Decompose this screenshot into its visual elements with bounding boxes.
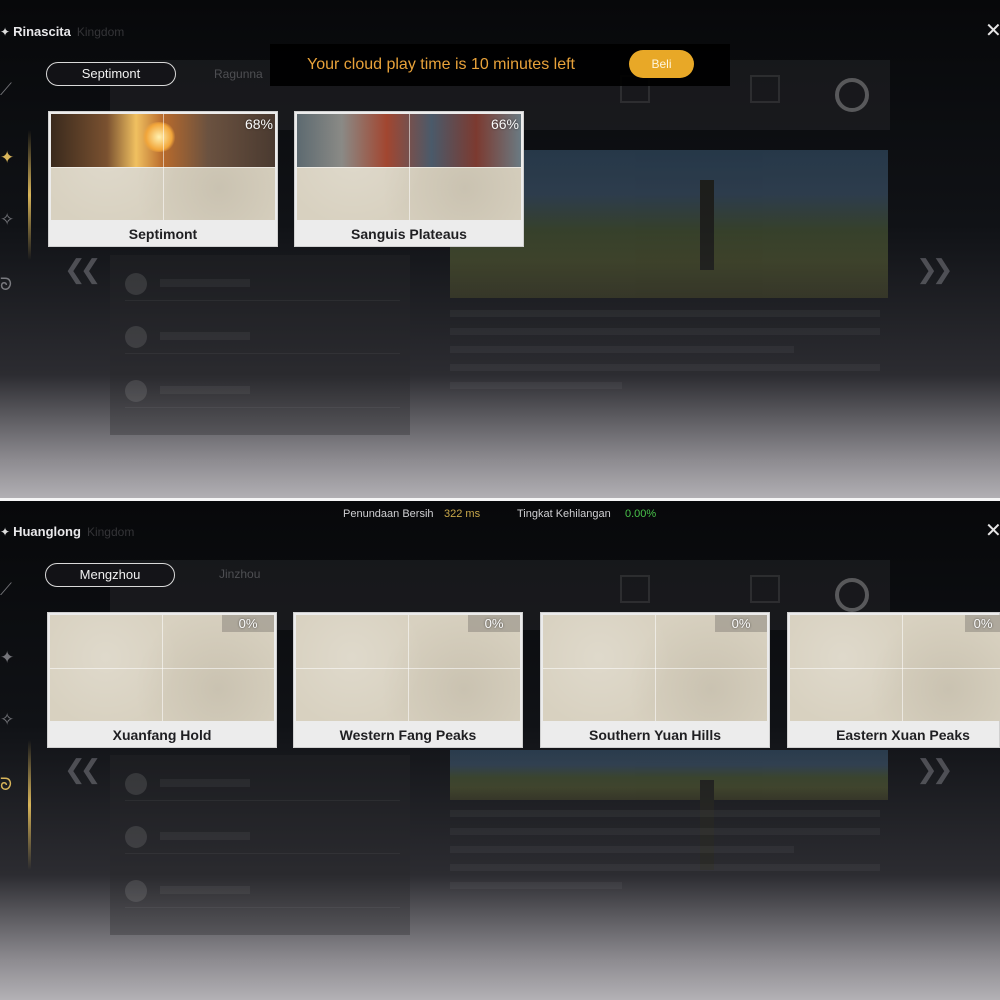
double-chevron-left-icon[interactable]: ❮❮ bbox=[64, 254, 101, 285]
packet-loss-label: Tingkat Kehilangan bbox=[517, 508, 611, 520]
map-name: Sanguis Plateaus bbox=[351, 226, 467, 242]
map-card-septimont[interactable]: 68% Septimont bbox=[48, 111, 278, 247]
background-square-icon bbox=[750, 575, 780, 603]
top-screenshot: ❮❮ ❯❯ ⟋ ✦ ✧ ᘐ ✦ Rinascita Kingdom ✕ Sept… bbox=[0, 0, 1000, 500]
map-card-southern-yuan-hills[interactable]: 0% Southern Yuan Hills bbox=[540, 612, 770, 748]
star-icon: ✦ bbox=[0, 24, 11, 39]
background-list-row bbox=[125, 265, 400, 301]
background-list-row bbox=[125, 818, 400, 854]
rail-spiral-icon[interactable]: ᘐ bbox=[0, 775, 12, 795]
map-card-eastern-xuan-peaks[interactable]: 0% Eastern Xuan Peaks bbox=[787, 612, 1000, 748]
region-subtitle: Kingdom bbox=[86, 524, 135, 539]
exploration-percent: 66% bbox=[490, 116, 519, 132]
map-card-xuanfang-hold[interactable]: 0% Xuanfang Hold bbox=[47, 612, 277, 748]
cloud-time-message: Your cloud play time is 10 minutes left bbox=[307, 56, 575, 73]
background-description bbox=[450, 810, 880, 900]
rail-compass-icon[interactable]: ✦ bbox=[0, 648, 14, 668]
map-name: Eastern Xuan Peaks bbox=[836, 727, 970, 743]
background-description bbox=[450, 310, 880, 400]
background-ring-icon bbox=[835, 78, 869, 112]
map-card-sanguis-plateaus[interactable]: 66% Sanguis Plateaus bbox=[294, 111, 524, 247]
rail-leaf-icon[interactable]: ✧ bbox=[0, 710, 14, 730]
map-name: Western Fang Peaks bbox=[339, 727, 477, 743]
rail-feather-icon[interactable]: ⟋ bbox=[0, 580, 12, 600]
region-header: ✦ Huanglong Kingdom bbox=[0, 524, 134, 539]
region-name: Rinascita bbox=[13, 24, 71, 39]
background-list-row bbox=[125, 372, 400, 408]
rail-compass-icon[interactable]: ✦ bbox=[0, 148, 14, 168]
double-chevron-right-icon[interactable]: ❯❯ bbox=[916, 754, 953, 785]
left-rail: ⟋ ✦ ✧ ᘐ bbox=[0, 70, 40, 430]
left-rail: ⟋ ✦ ✧ ᘐ bbox=[0, 570, 40, 930]
background-list-row bbox=[125, 872, 400, 908]
buy-button[interactable]: Beli bbox=[629, 50, 694, 78]
background-scene-image bbox=[450, 750, 888, 870]
map-name: Southern Yuan Hills bbox=[589, 727, 721, 743]
map-card-western-fang-peaks[interactable]: 0% Western Fang Peaks bbox=[293, 612, 523, 748]
double-chevron-left-icon[interactable]: ❮❮ bbox=[64, 754, 101, 785]
exploration-percent: 68% bbox=[244, 116, 273, 132]
background-ring-icon bbox=[835, 578, 869, 612]
tab-ragunna[interactable]: Ragunna bbox=[214, 67, 263, 81]
region-subtitle: Kingdom bbox=[76, 24, 125, 39]
exploration-percent: 0% bbox=[468, 615, 520, 632]
background-square-icon bbox=[750, 75, 780, 103]
map-image bbox=[51, 114, 275, 220]
close-x-icon[interactable]: ✕ bbox=[985, 518, 1000, 543]
rail-spiral-icon[interactable]: ᘐ bbox=[0, 275, 12, 295]
map-name: Septimont bbox=[128, 226, 198, 242]
packet-loss-value: 0.00% bbox=[625, 508, 657, 520]
tab-septimont[interactable]: Septimont bbox=[46, 62, 176, 86]
rail-leaf-icon[interactable]: ✧ bbox=[0, 210, 14, 230]
close-x-icon[interactable]: ✕ bbox=[985, 18, 1000, 43]
star-icon: ✦ bbox=[0, 524, 11, 539]
double-chevron-right-icon[interactable]: ❯❯ bbox=[916, 254, 953, 285]
exploration-percent: 0% bbox=[715, 615, 767, 632]
exploration-percent: 0% bbox=[965, 615, 1000, 632]
net-delay-label: Penundaan Bersih bbox=[343, 508, 434, 520]
bottom-screenshot: ❮❮ ❯❯ ⟋ ✦ ✧ ᘐ Penundaan Bersih 322 ms Ti… bbox=[0, 500, 1000, 1000]
screenshot-divider bbox=[0, 498, 1000, 501]
rail-glow bbox=[28, 130, 31, 260]
background-list-row bbox=[125, 765, 400, 801]
tab-jinzhou[interactable]: Jinzhou bbox=[219, 567, 260, 581]
exploration-percent: 0% bbox=[222, 615, 274, 632]
map-name: Xuanfang Hold bbox=[112, 727, 212, 743]
net-delay-value: 322 ms bbox=[444, 508, 481, 520]
background-list-row bbox=[125, 318, 400, 354]
map-image bbox=[297, 114, 521, 220]
region-header: ✦ Rinascita Kingdom bbox=[0, 24, 124, 39]
background-square-icon bbox=[620, 575, 650, 603]
region-name: Huanglong bbox=[13, 524, 81, 539]
rail-glow bbox=[28, 740, 31, 870]
tab-mengzhou[interactable]: Mengzhou bbox=[45, 563, 175, 587]
rail-feather-icon[interactable]: ⟋ bbox=[0, 80, 12, 100]
